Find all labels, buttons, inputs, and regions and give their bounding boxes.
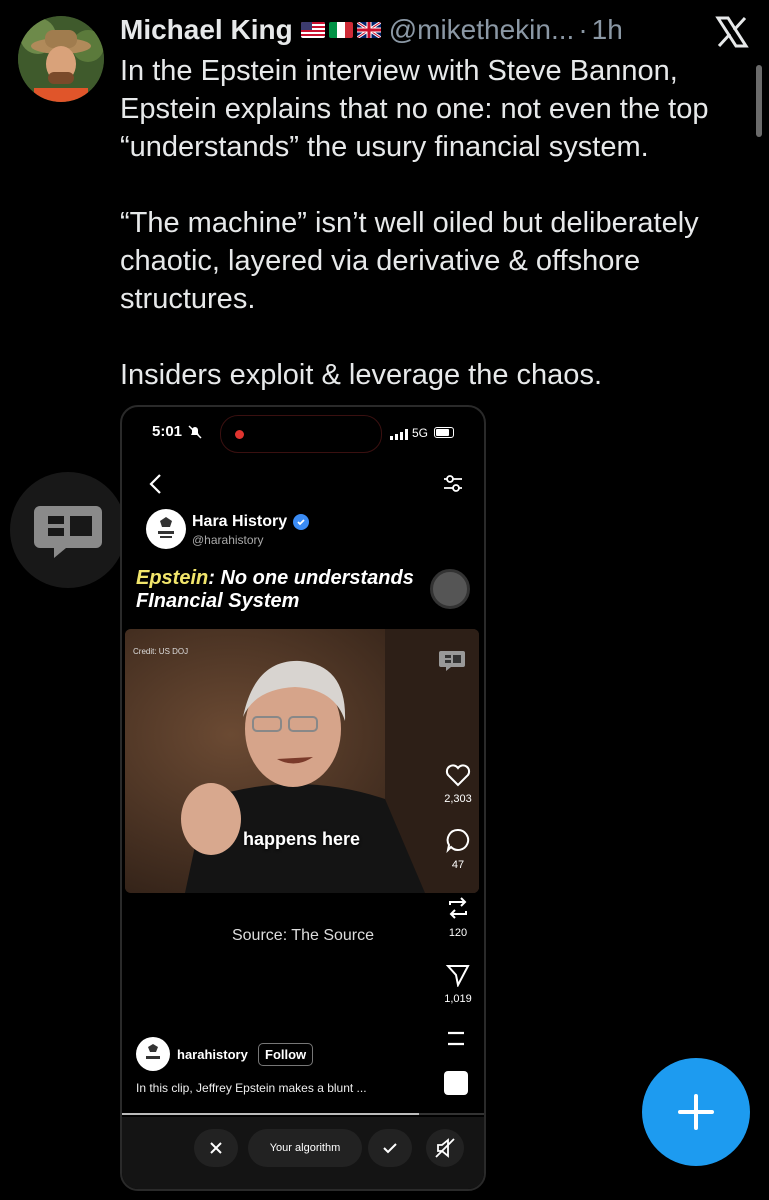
separator-dot: · — [578, 14, 588, 45]
channel-name-row[interactable]: Hara History — [192, 513, 310, 531]
share-action[interactable]: 1,019 — [436, 963, 480, 1005]
x-logo-icon[interactable] — [712, 12, 752, 52]
video-description[interactable]: In this clip, Jeffrey Epstein makes a bl… — [136, 1081, 367, 1095]
send-icon — [445, 965, 470, 987]
signal-icon — [390, 427, 408, 445]
dismiss-button[interactable] — [194, 1129, 238, 1167]
mute-bell-icon — [188, 425, 202, 444]
video-credit: Credit: US DOJ — [133, 647, 189, 656]
close-icon — [210, 1142, 222, 1154]
tweet-header: Michael King @mikethekin... · 1h — [120, 12, 623, 48]
channel-name[interactable]: Hara History — [192, 513, 287, 531]
status-time: 5:01 — [152, 423, 183, 440]
source-value: The Source — [291, 927, 375, 944]
more-icon[interactable] — [446, 1031, 466, 1052]
chat-bubble-icon — [34, 506, 102, 558]
confirm-button[interactable] — [368, 1129, 412, 1167]
algorithm-button[interactable]: Your algorithm — [248, 1129, 362, 1167]
us-flag-icon — [300, 22, 325, 38]
follow-button[interactable]: Follow — [258, 1043, 314, 1066]
battery-icon — [434, 427, 454, 438]
source-line: Source: The Source — [122, 927, 484, 945]
author-handle[interactable]: @mikethekin... — [389, 14, 575, 46]
footer-account[interactable]: harahistory — [177, 1047, 248, 1062]
recording-dot — [235, 430, 244, 439]
title-rest: : No one understands — [208, 567, 414, 589]
share-count: 1,019 — [444, 993, 472, 1005]
check-icon — [383, 1143, 397, 1154]
media-screenshot[interactable]: 5:01 5G Hara History @harahistory Epstei… — [120, 405, 486, 1191]
channel-avatar[interactable] — [146, 509, 186, 549]
tweet-time[interactable]: 1h — [592, 14, 623, 46]
notes-icon[interactable] — [438, 649, 466, 678]
title-highlight: Epstein — [136, 567, 209, 589]
comment-icon — [446, 828, 470, 853]
source-label: Source — [231, 927, 283, 944]
comment-action[interactable]: 47 — [436, 827, 480, 871]
tweet-paragraph: In the Epstein interview with Steve Bann… — [120, 55, 709, 163]
assistive-touch-button[interactable] — [430, 569, 470, 609]
scrollbar[interactable] — [756, 65, 762, 137]
flags — [300, 22, 381, 38]
mute-button[interactable] — [426, 1129, 464, 1167]
like-count: 2,303 — [444, 793, 472, 805]
video-title: Epstein: No one understands FInancial Sy… — [136, 567, 456, 613]
tweet-text: In the Epstein interview with Steve Bann… — [120, 52, 740, 394]
italy-flag-icon — [328, 22, 353, 38]
tweet-paragraph: “The machine” isn’t well oiled but delib… — [120, 207, 699, 315]
speaker-muted-icon — [435, 1138, 455, 1158]
dynamic-island — [220, 415, 382, 453]
video-still — [125, 629, 479, 893]
video-caption: happens here — [243, 829, 361, 849]
comment-count: 47 — [451, 859, 465, 871]
video-frame[interactable]: Credit: US DOJ happens here — [125, 629, 479, 893]
uk-flag-icon — [356, 22, 381, 38]
heart-icon — [445, 764, 471, 787]
footer-avatar[interactable] — [136, 1037, 170, 1071]
progress-bar[interactable] — [122, 1113, 419, 1115]
back-icon[interactable] — [148, 473, 164, 500]
sound-logo[interactable] — [444, 1071, 468, 1095]
plus-icon — [678, 1094, 714, 1130]
title-line2: FInancial System — [136, 590, 300, 612]
filter-icon[interactable] — [442, 473, 464, 500]
tweet-paragraph: Insiders exploit & leverage the chaos. — [120, 359, 602, 391]
network-label: 5G — [412, 426, 429, 440]
community-notes-button[interactable] — [10, 472, 126, 588]
verified-badge-icon — [293, 514, 310, 530]
repost-icon — [449, 897, 467, 919]
compose-button[interactable] — [642, 1058, 750, 1166]
channel-handle[interactable]: @harahistory — [192, 533, 264, 547]
author-name[interactable]: Michael King — [120, 14, 293, 46]
source-sep: : — [282, 927, 288, 944]
like-action[interactable]: 2,303 — [436, 763, 480, 805]
author-avatar[interactable] — [18, 16, 104, 102]
